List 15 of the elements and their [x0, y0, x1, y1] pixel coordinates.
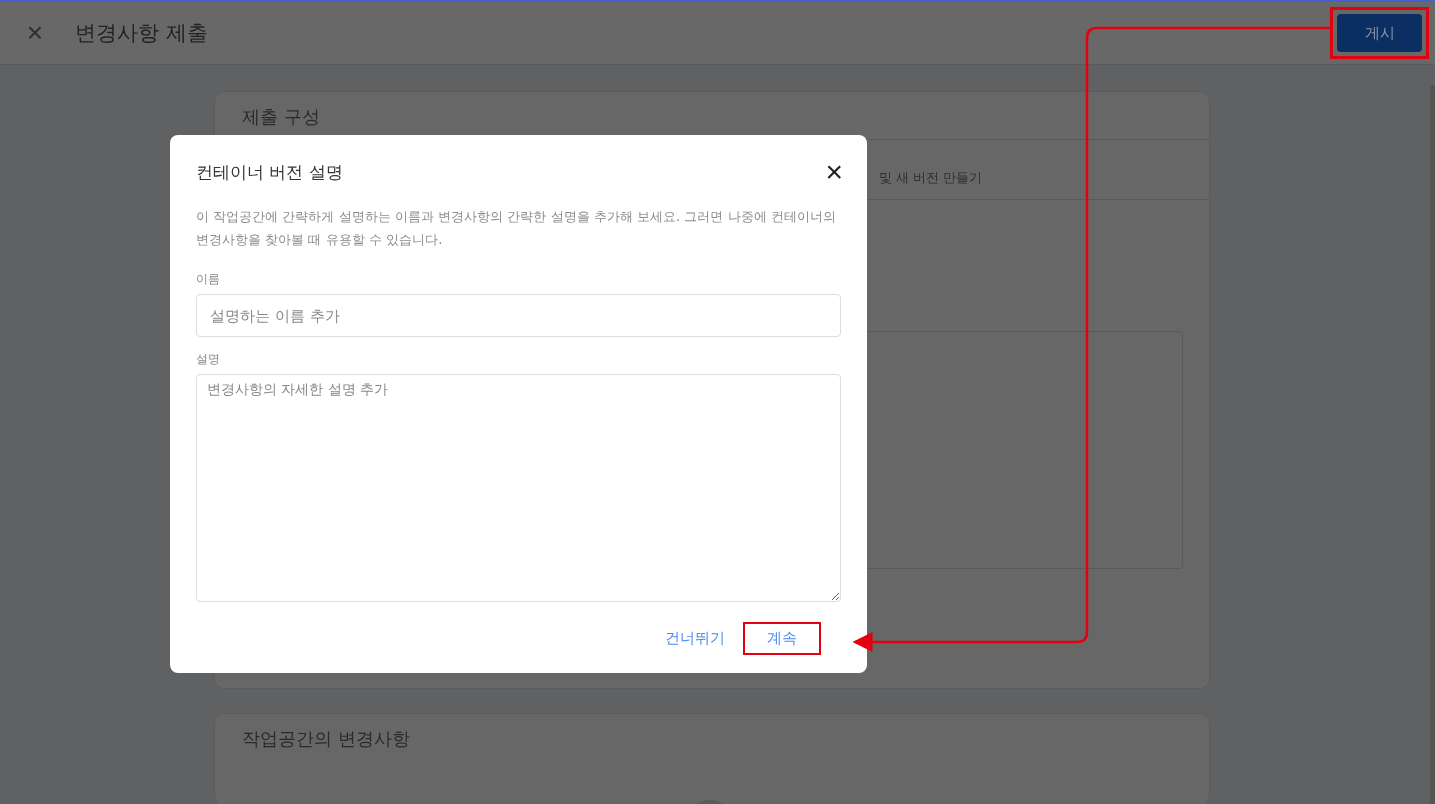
name-field[interactable]: 설명하는 이름 추가	[196, 294, 841, 337]
field-label: 설명	[196, 351, 221, 368]
continue-button[interactable]: 계속	[743, 622, 821, 655]
dialog-description: 이 작업공간에 간략하게 설명하는 이름과 변경사항의 간략한 설명을 추가해 보세요. 그러면 나중에 컨테이너의 변경사항을 찾아볼 때 유용할 수 있습니다.	[196, 208, 837, 249]
description-field[interactable]: 변경사항의 자세한 설명 추가	[196, 374, 841, 602]
card-title: 제출 구성	[241, 105, 321, 129]
skip-button[interactable]: 건너뛰기	[663, 622, 727, 655]
dialog-title: 컨테이너 버전 설명	[196, 160, 343, 184]
option-text: 및 새 버전 만들기	[879, 168, 983, 187]
page-title: 변경사항 제출	[75, 20, 208, 47]
field-label: 이름	[196, 271, 221, 288]
publish-button[interactable]: 게시	[1337, 14, 1422, 52]
close-button[interactable]: ×	[825, 158, 843, 186]
close-button[interactable]: ×	[22, 19, 48, 47]
card-title: 작업공간의 변경사항	[241, 727, 411, 751]
